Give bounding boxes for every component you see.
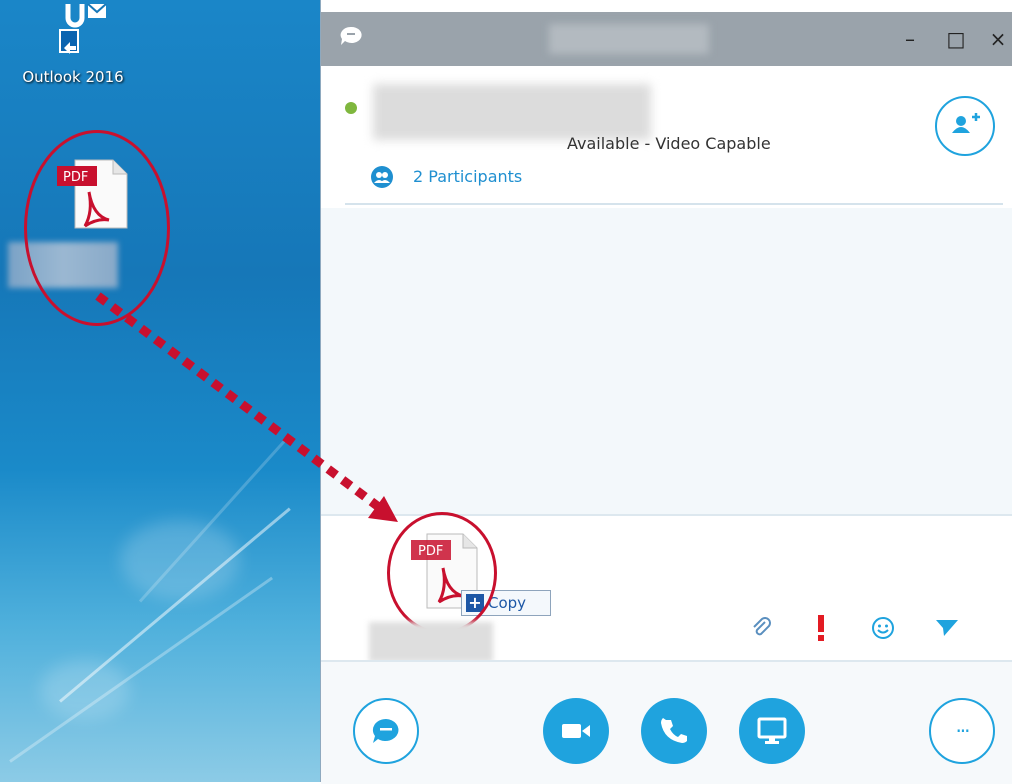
- phone-icon: [661, 718, 687, 743]
- video-button[interactable]: [543, 698, 609, 764]
- more-options-button[interactable]: ···: [929, 698, 995, 764]
- annotation-circle-compose: [387, 512, 497, 634]
- emoticon-icon: [872, 617, 894, 639]
- im-button[interactable]: [353, 698, 419, 764]
- contact-name: [373, 84, 651, 140]
- add-people-button[interactable]: [935, 96, 995, 156]
- skype-conversation-window: – □ × Available - Video Capable 2 Partic…: [320, 0, 1012, 784]
- send-button[interactable]: [931, 612, 963, 644]
- attach-file-button[interactable]: [745, 612, 777, 644]
- monitor-icon: [757, 717, 787, 744]
- outlook-shortcut[interactable]: Outlook 2016: [18, 3, 128, 86]
- conversation-history: [321, 208, 1012, 514]
- annotation-circle-desktop: [24, 130, 170, 326]
- dragged-file-name: [369, 622, 493, 662]
- desktop-background: Outlook 2016 PDF: [0, 0, 320, 782]
- paperclip-icon: [753, 617, 771, 636]
- compose-area[interactable]: PDF + Copy: [321, 512, 1012, 662]
- copy-label: Copy: [488, 594, 527, 612]
- emoticon-button[interactable]: [867, 612, 899, 644]
- participants-link[interactable]: 2 Participants: [413, 167, 522, 186]
- maximize-button[interactable]: □: [941, 24, 971, 54]
- presence-indicator: [345, 102, 357, 114]
- contact-status: Available - Video Capable: [567, 134, 771, 153]
- minimize-button[interactable]: –: [895, 24, 925, 54]
- more-icon: ···: [955, 719, 970, 743]
- outlook-icon: [59, 3, 107, 54]
- chat-bubble-icon: [340, 26, 362, 45]
- header-divider: [345, 203, 1003, 205]
- send-icon: [936, 620, 958, 636]
- video-camera-icon: [562, 724, 590, 738]
- call-controls-bar: ···: [321, 660, 1012, 784]
- chat-bubble-icon: [372, 718, 399, 743]
- participants-icon: [371, 166, 393, 188]
- contact-header: Available - Video Capable 2 Participants: [321, 66, 1012, 206]
- call-button[interactable]: [641, 698, 707, 764]
- add-person-icon: [952, 113, 980, 133]
- outlook-label: Outlook 2016: [22, 68, 124, 86]
- important-icon: [818, 615, 824, 641]
- close-button[interactable]: ×: [983, 24, 1012, 54]
- title-bar: – □ ×: [321, 12, 1012, 66]
- mark-important-button[interactable]: [805, 612, 837, 644]
- present-button[interactable]: [739, 698, 805, 764]
- window-title: [549, 24, 709, 54]
